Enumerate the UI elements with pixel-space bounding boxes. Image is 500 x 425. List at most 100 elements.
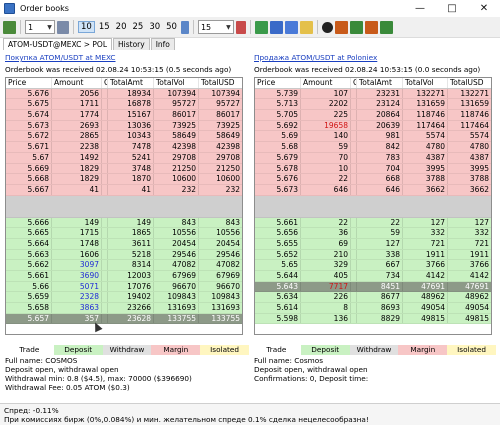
interval-value: 15 (200, 22, 212, 32)
info-icon[interactable] (321, 21, 333, 33)
ask-row[interactable]: 5.705 225 20864 118746 118746 (255, 110, 491, 121)
left-orderbook-table[interactable]: Price Amount Co TotalAmt TotalVol TotalU… (5, 77, 243, 335)
ask-row[interactable]: 5.675 1711 16878 95727 95727 (6, 99, 242, 111)
transfer-truck-icon[interactable] (364, 20, 378, 34)
col-total-vol[interactable]: TotalVol (154, 78, 199, 88)
col-total-usd[interactable]: TotalUSD (448, 78, 491, 88)
bid-row[interactable]: 5.664 1748 3611 20454 20454 (6, 238, 242, 250)
depth-30-button[interactable]: 30 (147, 22, 162, 32)
document-icon[interactable] (299, 20, 313, 34)
amount-cell: 2238 (52, 142, 102, 152)
export-icon[interactable] (254, 20, 268, 34)
bid-row[interactable]: 5.644 405 734 4142 4142 (255, 271, 491, 282)
bid-row[interactable]: 5.598 136 8829 49815 49815 (255, 313, 491, 325)
depth-25-button[interactable]: 25 (130, 22, 145, 32)
bid-row[interactable]: 5.65 329 667 3766 3766 (255, 260, 491, 271)
col-price[interactable]: Price (6, 78, 52, 88)
total-usd-cell: 49815 (465, 313, 489, 323)
ask-row[interactable]: 5.739 107 23231 132271 132271 (255, 88, 491, 100)
price-cell: 5.658 (6, 303, 52, 313)
ask-row[interactable]: 5.67 1492 5241 29708 29708 (6, 152, 242, 164)
ask-row[interactable]: 5.672 2865 10343 58649 58649 (6, 131, 242, 143)
bid-row[interactable]: 5.661 3690 12003 67969 67969 (6, 271, 242, 282)
total-amt-cell: 149 (108, 217, 154, 228)
separator (249, 20, 251, 34)
bid-row[interactable]: 5.663 1606 5218 29546 29546 (6, 249, 242, 261)
bid-row[interactable]: 5.655 69 127 721 721 (255, 238, 491, 250)
ask-row[interactable]: 5.667 41 41 232 232 (6, 184, 242, 196)
col-total-amt[interactable]: TotalAmt (108, 78, 154, 88)
bid-row[interactable]: 5.643 7717 8451 47691 47691 (255, 281, 491, 293)
left-bids: 5.666 149 149 843 843 5.665 1715 1865 10556 10556… (6, 217, 242, 325)
ask-row[interactable]: 5.713 2202 23124 131659 131659 (255, 99, 491, 111)
maximize-button[interactable]: □ (436, 0, 468, 17)
bid-row[interactable]: 5.66 5071 17076 96670 96670 (6, 281, 242, 293)
ask-row[interactable]: 5.671 2238 7478 42398 42398 (6, 142, 242, 153)
ask-row[interactable]: 5.668 1829 1870 10600 10600 (6, 174, 242, 185)
amount-cell: 1606 (52, 249, 102, 260)
right-coin-info: Full name: Cosmos Deposit open, withdraw… (254, 356, 368, 383)
buy-truck-icon[interactable] (334, 20, 348, 34)
col-amount[interactable]: Amount (52, 78, 102, 88)
right-orderbook-table[interactable]: Price Amount Co TotalAmt TotalVol TotalU… (254, 77, 492, 335)
ask-row[interactable]: 5.674 1774 15167 86017 86017 (6, 110, 242, 121)
amount-cell: 59 (301, 142, 351, 152)
bid-row[interactable]: 5.658 3863 23266 131693 131693 (6, 303, 242, 314)
bid-row[interactable]: 5.634 226 8677 48962 48962 (255, 292, 491, 304)
count-combo[interactable]: 1 ▼ (25, 20, 55, 34)
col-price[interactable]: Price (255, 78, 301, 88)
ask-row[interactable]: 5.679 70 783 4387 4387 (255, 152, 491, 164)
tab-orderbook[interactable]: ATOM-USDT@MEXC > POL (3, 38, 113, 50)
total-usd-cell: 29546 (216, 249, 240, 259)
close-button[interactable]: ✕ (468, 0, 500, 17)
tab-info[interactable]: Info (150, 38, 175, 50)
col-amount[interactable]: Amount (301, 78, 351, 88)
bid-row[interactable]: 5.659 2328 19402 109843 109843 (6, 292, 242, 304)
import-icon[interactable] (269, 20, 283, 34)
bid-row[interactable]: 5.665 1715 1865 10556 10556 (6, 228, 242, 239)
col-total-amt[interactable]: TotalAmt (357, 78, 403, 88)
minimize-button[interactable]: — (404, 0, 436, 17)
amount-cell: 140 (301, 131, 351, 142)
ask-row[interactable]: 5.678 10 704 3995 3995 (255, 163, 491, 175)
depth-15-button[interactable]: 15 (97, 22, 112, 32)
col-total-usd[interactable]: TotalUSD (199, 78, 242, 88)
bid-row[interactable]: 5.614 8 8693 49054 49054 (255, 303, 491, 314)
ask-row[interactable]: 5.692 19658 20639 117464 117464 (255, 120, 491, 132)
total-usd-cell: 4780 (469, 142, 489, 152)
pin-icon[interactable] (235, 20, 246, 34)
refresh-icon[interactable] (3, 20, 16, 34)
bid-row[interactable]: 5.662 3097 8314 47082 47082 (6, 260, 242, 271)
tab-history[interactable]: History (113, 38, 150, 50)
right-pane-title-link[interactable]: Продажа ATOM/USDT at Poloniex (254, 53, 492, 63)
bid-row[interactable]: 5.666 149 149 843 843 (6, 217, 242, 229)
ask-row[interactable]: 5.673 2693 13036 73925 73925 (6, 120, 242, 132)
price-cell: 5.634 (255, 292, 301, 303)
return-truck-icon[interactable] (379, 20, 393, 34)
ask-row[interactable]: 5.676 2056 18934 107394 107394 (6, 88, 242, 100)
copy-icon[interactable] (284, 20, 298, 34)
left-legend: Trade Deposit Withdraw Margin Isolated (5, 345, 249, 355)
amount-cell: 5071 (52, 281, 102, 292)
bid-row[interactable]: 5.661 22 22 127 127 (255, 217, 491, 229)
col-total-vol[interactable]: TotalVol (403, 78, 448, 88)
chart-icon[interactable] (57, 20, 69, 34)
ask-row[interactable]: 5.69 140 981 5574 5574 (255, 131, 491, 143)
app-icon (4, 3, 15, 14)
left-pane-title-link[interactable]: Покупка ATOM/USDT at MEXC (5, 53, 243, 63)
ask-row[interactable]: 5.676 22 668 3788 3788 (255, 174, 491, 185)
ask-row[interactable]: 5.673 646 646 3662 3662 (255, 184, 491, 196)
interval-combo[interactable]: 15 ▼ (197, 20, 234, 34)
bid-row[interactable]: 5.657 357 23628 133755 133755 (6, 313, 242, 325)
bid-row[interactable]: 5.652 210 338 1911 1911 (255, 249, 491, 261)
separator (192, 20, 194, 34)
ask-row[interactable]: 5.68 59 842 4780 4780 (255, 142, 491, 153)
bid-row[interactable]: 5.656 36 59 332 332 (255, 228, 491, 239)
ask-row[interactable]: 5.669 1829 3748 21250 21250 (6, 163, 242, 175)
depth-20-button[interactable]: 20 (114, 22, 129, 32)
sell-truck-icon[interactable] (349, 20, 363, 34)
total-usd-cell: 133755 (211, 313, 240, 323)
depth-50-button[interactable]: 50 (164, 22, 179, 32)
up-down-icon[interactable] (180, 20, 189, 34)
depth-10-button[interactable]: 10 (78, 21, 95, 33)
